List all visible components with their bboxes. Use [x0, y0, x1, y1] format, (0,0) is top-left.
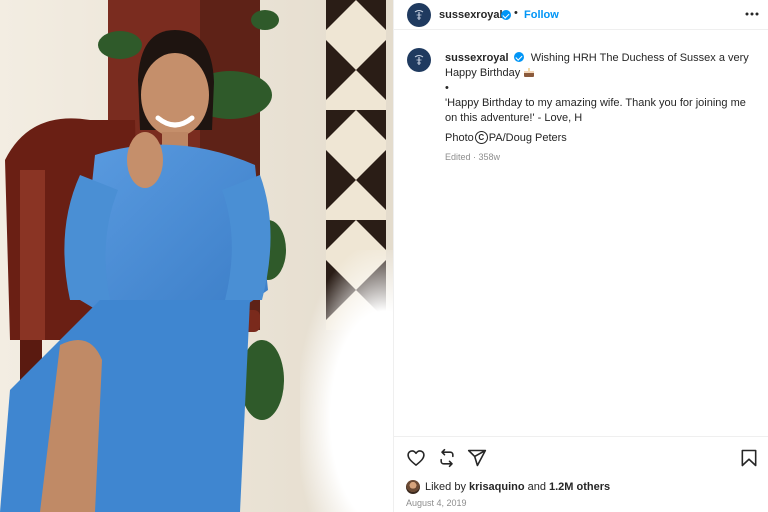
credit-prefix: Photo	[445, 131, 474, 144]
photo-credit: Photo C PA/Doug Peters	[445, 131, 567, 144]
repost-icon[interactable]	[437, 448, 457, 468]
share-icon[interactable]	[467, 448, 487, 468]
verified-badge-icon	[501, 10, 511, 20]
post-actions: Liked by krisaquino and 1.2M others Augu…	[394, 436, 768, 512]
header-username[interactable]: sussexroyal	[439, 9, 503, 21]
likes-summary[interactable]: Liked by krisaquino and 1.2M others	[406, 480, 613, 494]
caption-bullet: •	[445, 82, 449, 94]
photo-glare	[300, 250, 393, 512]
credit-name: PA/Doug Peters	[488, 131, 567, 144]
post-header: sussexroyal • Follow	[394, 0, 768, 30]
bookmark-icon[interactable]	[739, 448, 759, 468]
crest-icon	[414, 10, 424, 20]
verified-badge-icon	[513, 52, 524, 62]
likes-joiner: and	[527, 481, 546, 493]
crest-icon	[414, 55, 424, 65]
follow-button[interactable]: Follow	[524, 9, 559, 21]
caption-avatar[interactable]	[407, 48, 431, 72]
post-panel: sussexroyal • Follow sussexroyal Wishing…	[393, 0, 768, 512]
likes-others[interactable]: 1.2M others	[549, 481, 610, 493]
caption-text: sussexroyal Wishing HRH The Duchess of S…	[445, 51, 757, 126]
liker-avatar[interactable]	[406, 480, 420, 494]
likes-prefix: Liked by	[425, 481, 466, 493]
copyright-icon: C	[474, 131, 488, 144]
caption-quote: 'Happy Birthday to my amazing wife. Than…	[445, 97, 746, 124]
post-photo[interactable]	[0, 0, 393, 512]
post-date: August 4, 2019	[406, 498, 467, 508]
more-horizontal-icon[interactable]	[744, 6, 760, 22]
heart-icon[interactable]	[406, 448, 426, 468]
profile-avatar[interactable]	[407, 3, 431, 27]
likes-user[interactable]: krisaquino	[469, 481, 525, 493]
caption-username[interactable]: sussexroyal	[445, 52, 509, 64]
edited-timestamp: Edited · 358w	[445, 152, 501, 162]
cake-emoji-icon	[524, 68, 535, 77]
header-separator: •	[514, 7, 518, 19]
